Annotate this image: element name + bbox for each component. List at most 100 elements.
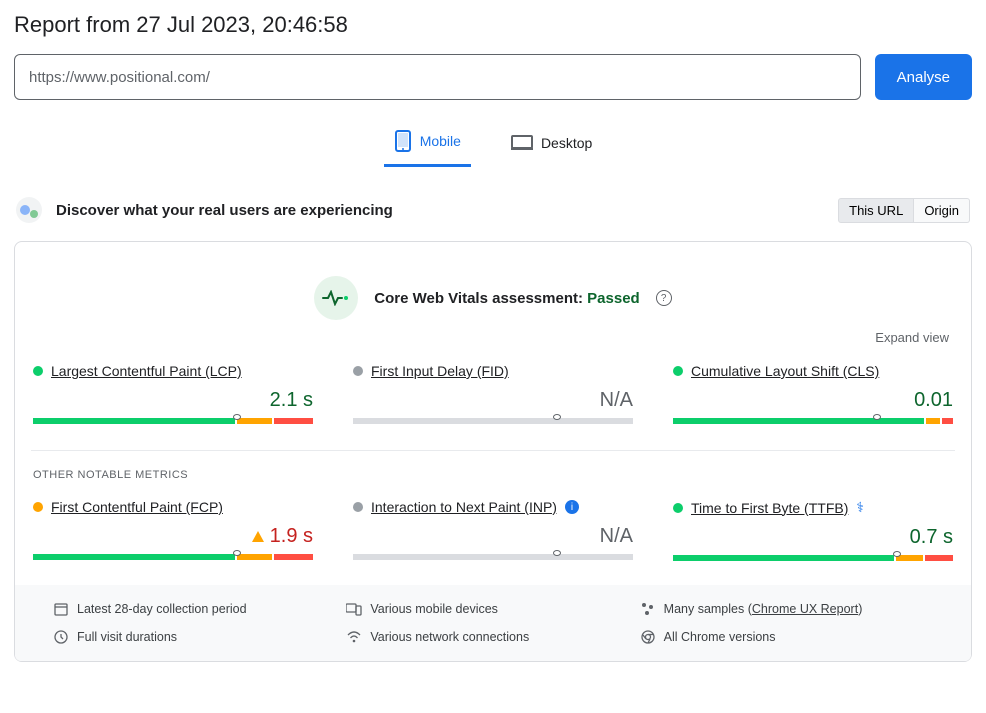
footer-chrome-text: All Chrome versions [664, 630, 776, 644]
distribution-bar [353, 554, 633, 560]
core-metrics-grid: Largest Contentful Paint (LCP) 2.1 s First… [31, 363, 955, 426]
status-dot [353, 502, 363, 512]
footer-visit-text: Full visit durations [77, 630, 177, 644]
metric-value-text: 1.9 s [270, 525, 313, 548]
metric-name-link[interactable]: First Input Delay (FID) [371, 363, 509, 379]
devices-icon [346, 601, 362, 617]
help-icon[interactable]: ? [656, 290, 672, 306]
metric-value: N/A [353, 389, 633, 412]
metric-head: First Contentful Paint (FCP) [33, 499, 313, 515]
threshold-marker [893, 551, 901, 557]
metric-name-link[interactable]: Time to First Byte (TTFB) [691, 500, 848, 516]
footer-visit: Full visit durations [53, 629, 346, 645]
tab-desktop-label: Desktop [541, 135, 592, 151]
metric-value: 0.7 s [673, 526, 953, 549]
status-dot [353, 366, 363, 376]
distribution-bar [33, 554, 313, 560]
distribution-bar [353, 418, 633, 424]
wifi-icon [346, 629, 362, 645]
metric-value: 0.01 [673, 389, 953, 412]
threshold-marker [873, 414, 881, 420]
assessment-card: Core Web Vitals assessment: Passed ? Exp… [14, 241, 972, 662]
status-dot [673, 366, 683, 376]
metric-value: 2.1 s [33, 389, 313, 412]
other-metrics-grid: First Contentful Paint (FCP) 1.9 s Interac… [31, 499, 955, 563]
footer-samples-text: Many samples (Chrome UX Report) [664, 602, 863, 616]
metric-core-0: Largest Contentful Paint (LCP) 2.1 s [33, 363, 313, 424]
tab-mobile-label: Mobile [420, 133, 461, 149]
metric-other-0: First Contentful Paint (FCP) 1.9 s [33, 499, 313, 561]
footer-chrome: All Chrome versions [640, 629, 933, 645]
footer-period-text: Latest 28-day collection period [77, 602, 247, 616]
discover-text: Discover what your real users are experi… [56, 202, 393, 219]
status-dot [33, 502, 43, 512]
threshold-marker [233, 550, 241, 556]
distribution-bar [673, 555, 953, 561]
scope-toggle: This URL Origin [838, 198, 970, 223]
footer-devices: Various mobile devices [346, 601, 639, 617]
metric-value-text: N/A [600, 389, 633, 412]
crux-report-link[interactable]: Chrome UX Report [752, 602, 858, 616]
footer-network-text: Various network connections [370, 630, 529, 644]
distribution-bar [673, 418, 953, 424]
footer-devices-text: Various mobile devices [370, 602, 498, 616]
metric-core-1: First Input Delay (FID) N/A [353, 363, 633, 424]
scope-origin[interactable]: Origin [914, 198, 970, 223]
threshold-marker [553, 414, 561, 420]
metric-head: Time to First Byte (TTFB) ⚕ [673, 499, 953, 516]
metric-other-2: Time to First Byte (TTFB) ⚕ 0.7 s [673, 499, 953, 561]
pulse-icon [314, 276, 358, 320]
url-input[interactable] [14, 54, 861, 100]
scatter-icon [640, 601, 656, 617]
divider [31, 450, 955, 451]
metric-name-link[interactable]: Interaction to Next Paint (INP) [371, 499, 557, 515]
assessment-prefix: Core Web Vitals assessment: [374, 290, 587, 307]
expand-view[interactable]: Expand view [31, 328, 955, 363]
chrome-icon [640, 629, 656, 645]
threshold-marker [553, 550, 561, 556]
calendar-icon [53, 601, 69, 617]
assessment-text: Core Web Vitals assessment: Passed [374, 290, 639, 307]
device-tabs: Mobile Desktop [14, 124, 972, 167]
discover-row: Discover what your real users are experi… [14, 197, 972, 223]
experimental-icon: ⚕ [856, 499, 864, 516]
metric-value: 1.9 s [33, 525, 313, 548]
status-dot [673, 503, 683, 513]
scope-this-url[interactable]: This URL [838, 198, 914, 223]
info-icon[interactable]: i [565, 500, 579, 514]
footer-collection-period: Latest 28-day collection period [53, 601, 346, 617]
metric-head: First Input Delay (FID) [353, 363, 633, 379]
data-footer: Latest 28-day collection period Various … [15, 585, 971, 661]
assessment-row: Core Web Vitals assessment: Passed ? [31, 260, 955, 328]
metric-core-2: Cumulative Layout Shift (CLS) 0.01 [673, 363, 953, 424]
metric-head: Largest Contentful Paint (LCP) [33, 363, 313, 379]
tab-desktop[interactable]: Desktop [501, 124, 602, 167]
other-metrics-heading: OTHER NOTABLE METRICS [31, 463, 955, 499]
analyse-button[interactable]: Analyse [875, 54, 972, 100]
metric-value-text: 2.1 s [270, 389, 313, 412]
status-dot [33, 366, 43, 376]
metric-value: N/A [353, 525, 633, 548]
metric-name-link[interactable]: First Contentful Paint (FCP) [51, 499, 223, 515]
threshold-marker [233, 414, 241, 420]
metric-other-1: Interaction to Next Paint (INP) i N/A [353, 499, 633, 561]
mobile-icon [394, 130, 412, 152]
metric-head: Cumulative Layout Shift (CLS) [673, 363, 953, 379]
clock-icon [53, 629, 69, 645]
metric-value-text: N/A [600, 525, 633, 548]
metric-value-text: 0.01 [914, 389, 953, 412]
url-row: Analyse [14, 54, 972, 100]
tab-mobile[interactable]: Mobile [384, 124, 471, 167]
warning-icon [252, 531, 264, 542]
metric-value-text: 0.7 s [910, 526, 953, 549]
footer-network: Various network connections [346, 629, 639, 645]
metric-name-link[interactable]: Cumulative Layout Shift (CLS) [691, 363, 879, 379]
footer-samples: Many samples (Chrome UX Report) [640, 601, 933, 617]
metric-name-link[interactable]: Largest Contentful Paint (LCP) [51, 363, 242, 379]
page-title: Report from 27 Jul 2023, 20:46:58 [14, 12, 972, 38]
assessment-status: Passed [587, 290, 640, 307]
crux-icon [16, 197, 42, 223]
desktop-icon [511, 134, 533, 152]
distribution-bar [33, 418, 313, 424]
metric-head: Interaction to Next Paint (INP) i [353, 499, 633, 515]
